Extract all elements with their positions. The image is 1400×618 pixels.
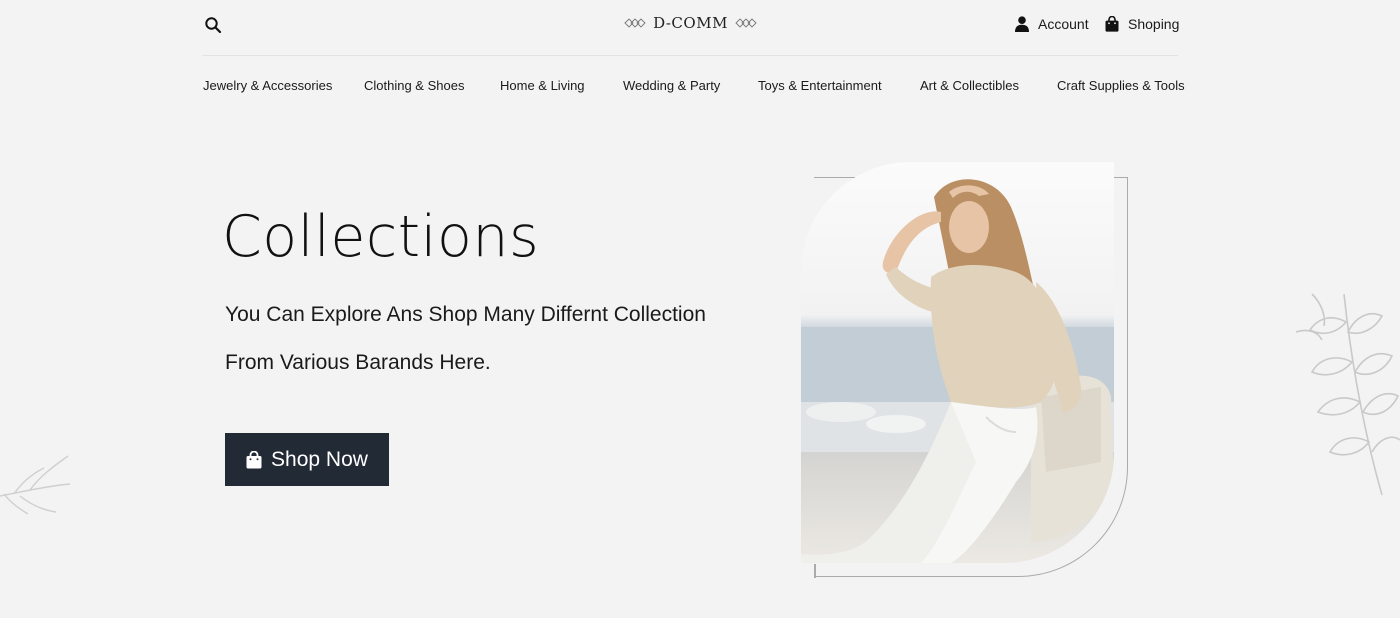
shop-now-button[interactable]: Shop Now bbox=[225, 433, 389, 486]
logo[interactable]: D-COMM bbox=[623, 12, 758, 34]
hero-title: Collections bbox=[222, 204, 540, 270]
shopping-bag-icon bbox=[246, 450, 262, 468]
model-illustration bbox=[801, 179, 1114, 563]
shopping-bag-icon bbox=[1105, 16, 1119, 32]
hero-model-photo bbox=[801, 162, 1114, 563]
nav-item-toys-entertainment[interactable]: Toys & Entertainment bbox=[758, 78, 882, 93]
nav-item-jewelry-accessories[interactable]: Jewelry & Accessories bbox=[203, 78, 332, 93]
shopping-label: Shoping bbox=[1128, 16, 1180, 32]
shopping-link[interactable]: Shoping bbox=[1105, 16, 1179, 32]
category-nav: Jewelry & Accessories Clothing & Shoes H… bbox=[203, 78, 1185, 98]
site-header: D-COMM Account Shoping bbox=[203, 0, 1179, 56]
diamond-ornament-icon bbox=[735, 18, 757, 28]
user-icon bbox=[1015, 16, 1029, 32]
account-label: Account bbox=[1038, 16, 1089, 32]
search-icon[interactable] bbox=[204, 16, 222, 34]
nav-item-craft-supplies-tools[interactable]: Craft Supplies & Tools bbox=[1057, 78, 1185, 93]
logo-text: D-COMM bbox=[653, 14, 728, 32]
nav-item-home-living[interactable]: Home & Living bbox=[500, 78, 585, 93]
leaf-branch-icon bbox=[0, 455, 71, 515]
shop-now-label: Shop Now bbox=[271, 447, 368, 471]
nav-item-wedding-party[interactable]: Wedding & Party bbox=[623, 78, 720, 93]
nav-item-clothing-shoes[interactable]: Clothing & Shoes bbox=[364, 78, 464, 93]
hero-subtitle-line1: You Can Explore Ans Shop Many Differnt C… bbox=[225, 303, 706, 326]
leaf-branch-icon bbox=[1295, 293, 1400, 496]
account-link[interactable]: Account bbox=[1015, 16, 1089, 32]
diamond-ornament-icon bbox=[624, 18, 646, 28]
hero-subtitle-line2: From Various Barands Here. bbox=[225, 351, 491, 374]
nav-item-art-collectibles[interactable]: Art & Collectibles bbox=[920, 78, 1019, 93]
